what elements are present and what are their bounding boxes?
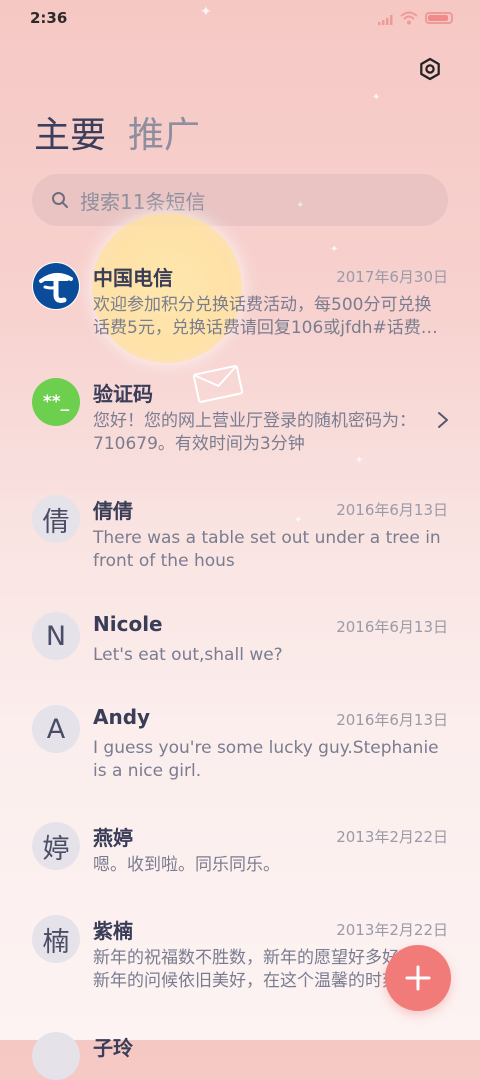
avatar-text: 楠 bbox=[42, 926, 70, 958]
list-item[interactable]: A Andy 2016年6月13日 I guess you're some lu… bbox=[0, 697, 480, 809]
avatar-text: **_ bbox=[42, 392, 70, 412]
sender-name: Nicole bbox=[93, 612, 163, 636]
sender-name: 子玲 bbox=[93, 1036, 133, 1060]
search-icon bbox=[52, 192, 68, 208]
list-item[interactable]: 中国电信 2017年6月30日 欢迎参加积分兑换话费活动，每500分可兑换话费5… bbox=[0, 254, 480, 366]
signal-icon bbox=[378, 15, 393, 25]
avatar: **_ bbox=[32, 378, 80, 426]
settings-button[interactable] bbox=[414, 53, 446, 85]
status-time: 2:36 bbox=[30, 9, 68, 27]
chevron-right-icon[interactable] bbox=[436, 410, 450, 430]
list-item[interactable]: 倩 倩倩 2016年6月13日 There was a table set ou… bbox=[0, 487, 480, 599]
sender-name: 紫楠 bbox=[93, 919, 133, 943]
message-preview: Let's eat out,shall we? bbox=[93, 645, 283, 665]
battery-icon bbox=[425, 12, 453, 24]
search-bar[interactable]: 搜索11条短信 bbox=[32, 174, 448, 226]
avatar-text: 倩 bbox=[42, 506, 70, 538]
avatar bbox=[32, 262, 80, 310]
avatar: 楠 bbox=[32, 915, 80, 963]
sender-name: 燕婷 bbox=[93, 826, 133, 850]
avatar-text: 婷 bbox=[42, 833, 70, 865]
avatar-text: A bbox=[46, 713, 66, 745]
message-preview: There was a table set out under a tree i… bbox=[93, 528, 441, 571]
message-date: 2016年6月13日 bbox=[336, 618, 448, 636]
message-date: 2013年2月22日 bbox=[336, 921, 448, 939]
avatar: N bbox=[32, 612, 80, 660]
tab-promotion[interactable]: 推广 bbox=[128, 106, 200, 158]
list-item[interactable]: 子玲 bbox=[0, 1024, 480, 1080]
sparkle-decoration: ✦ bbox=[372, 92, 381, 103]
sender-name: Andy bbox=[93, 705, 151, 729]
wifi-icon bbox=[400, 11, 418, 25]
message-preview: 嗯。收到啦。同乐同乐。 bbox=[93, 855, 280, 875]
message-date: 2016年6月13日 bbox=[336, 501, 448, 519]
sender-name: 倩倩 bbox=[93, 499, 133, 523]
list-item[interactable]: 婷 燕婷 2013年2月22日 嗯。收到啦。同乐同乐。 bbox=[0, 814, 480, 904]
new-message-button[interactable] bbox=[385, 945, 451, 1011]
avatar: A bbox=[32, 705, 80, 753]
message-date: 2016年6月13日 bbox=[336, 711, 448, 729]
avatar: 倩 bbox=[32, 495, 80, 543]
china-telecom-logo-icon bbox=[33, 263, 79, 309]
message-date: 2013年2月22日 bbox=[336, 828, 448, 846]
avatar: 婷 bbox=[32, 822, 80, 870]
sender-name: 验证码 bbox=[93, 382, 153, 406]
message-preview: 欢迎参加积分兑换话费活动，每500分可兑换话费5元，兑换话费请回复106或jfd… bbox=[93, 295, 438, 338]
avatar-text: N bbox=[45, 620, 67, 652]
message-preview: 您好！您的网上营业厅登录的随机密码为：710679。有效时间为3分钟 bbox=[93, 411, 416, 454]
plus-icon bbox=[405, 965, 431, 991]
list-item[interactable]: N Nicole 2016年6月13日 Let's eat out,shall … bbox=[0, 604, 480, 694]
gear-icon bbox=[420, 57, 440, 81]
list-item[interactable]: **_ 验证码 您好！您的网上营业厅登录的随机密码为：710679。有效时间为3… bbox=[0, 370, 480, 482]
sender-name: 中国电信 bbox=[93, 266, 173, 290]
tab-primary[interactable]: 主要 bbox=[34, 106, 106, 158]
message-date: 2017年6月30日 bbox=[336, 268, 448, 286]
status-bar: 2:36 bbox=[0, 0, 480, 40]
avatar bbox=[32, 1032, 80, 1080]
message-preview: I guess you're some lucky guy.Stephanie … bbox=[93, 738, 439, 781]
search-input[interactable]: 搜索11条短信 bbox=[80, 186, 205, 215]
tab-bar: 主要 推广 bbox=[34, 106, 200, 158]
